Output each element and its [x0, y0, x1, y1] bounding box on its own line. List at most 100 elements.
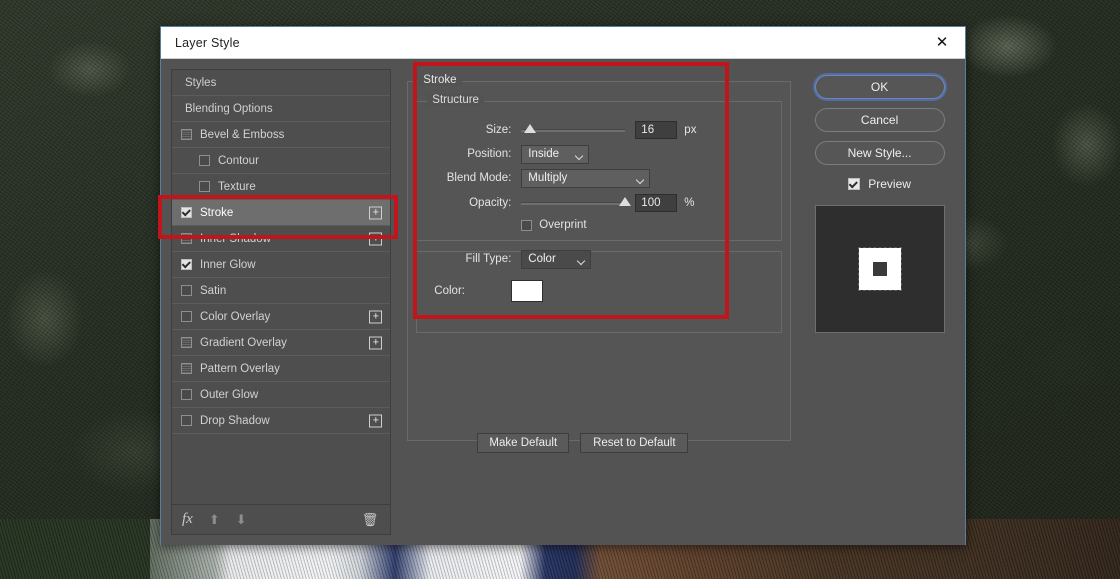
style-item-label: Gradient Overlay: [200, 336, 287, 349]
desktop-background: Layer Style ✕ Styles Blending Options Beve…: [0, 0, 1120, 579]
structure-group-legend: Structure: [427, 94, 484, 106]
stroke-settings-panel: Stroke Structure Size: 16 px Position: I…: [399, 69, 797, 535]
blend-mode-row: Blend Mode: Multiply: [429, 168, 779, 188]
preview-toggle[interactable]: Preview: [804, 177, 955, 191]
position-select[interactable]: Inside: [521, 144, 590, 164]
preview-thumbnail: [814, 205, 945, 333]
style-item-checkbox[interactable]: [181, 311, 192, 322]
stroke-group-legend: Stroke: [418, 74, 462, 86]
preview-label: Preview: [868, 177, 911, 191]
size-label: Size:: [485, 124, 512, 136]
style-item-checkbox[interactable]: [181, 415, 192, 426]
add-effect-icon[interactable]: +: [369, 336, 383, 349]
blend-mode-select[interactable]: Multiply: [521, 168, 651, 188]
size-unit: px: [684, 124, 697, 136]
arrow-up-icon[interactable]: ⬆: [209, 512, 220, 528]
style-item-label: Blending Options: [185, 102, 273, 115]
preview-thumbnail-inner: [872, 262, 887, 276]
overprint-checkbox[interactable]: [521, 219, 533, 231]
styles-list: Styles Blending Options Bevel & Emboss Cont…: [172, 70, 391, 434]
opacity-slider-thumb[interactable]: [619, 196, 632, 206]
preview-checkbox[interactable]: [848, 178, 861, 190]
style-item-label: Bevel & Emboss: [200, 128, 285, 141]
style-item-label: Outer Glow: [200, 388, 259, 401]
opacity-label: Opacity:: [469, 197, 512, 209]
fx-icon[interactable]: fx: [182, 511, 193, 528]
style-item-pattern-overlay[interactable]: Pattern Overlay: [172, 356, 391, 382]
make-default-button[interactable]: Make Default: [477, 433, 570, 453]
style-item-label: Satin: [200, 284, 227, 297]
fill-type-select[interactable]: Color: [521, 249, 592, 269]
style-item-satin[interactable]: Satin: [172, 278, 391, 304]
blend-mode-label: Blend Mode:: [446, 172, 512, 184]
style-item-inner-shadow[interactable]: Inner Shadow +: [172, 226, 391, 252]
opacity-unit: %: [684, 197, 695, 209]
style-item-checkbox[interactable]: [181, 337, 192, 348]
dialog-title: Layer Style: [175, 35, 240, 50]
overprint-row[interactable]: Overprint: [521, 215, 587, 235]
style-item-label: Pattern Overlay: [200, 362, 280, 375]
trash-icon[interactable]: 🗑: [362, 512, 379, 528]
styles-list-panel: Styles Blending Options Bevel & Emboss Cont…: [171, 69, 392, 535]
cancel-button[interactable]: Cancel: [814, 108, 945, 132]
style-item-checkbox[interactable]: [181, 389, 192, 400]
close-icon[interactable]: ✕: [919, 27, 965, 58]
fill-type-label: Fill Type:: [465, 253, 512, 265]
preview-thumbnail-shape: [857, 247, 902, 291]
style-item-label: Inner Shadow: [200, 232, 271, 245]
styles-toolbar: fx ⬆ ⬇ 🗑: [172, 504, 391, 534]
add-effect-icon[interactable]: +: [369, 232, 383, 245]
size-row: Size: 16 px: [429, 120, 779, 140]
overprint-label: Overprint: [539, 219, 587, 231]
new-style-button[interactable]: New Style...: [814, 141, 945, 165]
style-item-checkbox[interactable]: [199, 155, 210, 166]
position-row: Position: Inside: [429, 144, 779, 164]
style-item-label: Contour: [218, 154, 259, 167]
style-item-color-overlay[interactable]: Color Overlay +: [172, 304, 391, 330]
opacity-input[interactable]: 100: [635, 194, 678, 212]
style-item-drop-shadow[interactable]: Drop Shadow +: [172, 408, 391, 434]
style-item-label: Drop Shadow: [200, 414, 270, 427]
add-effect-icon[interactable]: +: [369, 310, 383, 323]
dialog-body: Styles Blending Options Bevel & Emboss Cont…: [161, 59, 965, 545]
position-label: Position:: [467, 148, 512, 160]
size-slider[interactable]: [521, 123, 626, 133]
opacity-row: Opacity: 100 %: [429, 193, 779, 213]
dialog-actions: OK Cancel New Style... Preview: [804, 69, 955, 535]
styles-list-spacer: [172, 434, 391, 504]
style-item-checkbox[interactable]: [181, 363, 192, 374]
ok-button[interactable]: OK: [814, 75, 945, 99]
style-item-checkbox[interactable]: [181, 207, 192, 218]
color-row: Color:: [429, 280, 544, 302]
style-item-gradient-overlay[interactable]: Gradient Overlay +: [172, 330, 391, 356]
style-item-styles[interactable]: Styles: [172, 70, 391, 96]
color-swatch[interactable]: [511, 280, 544, 302]
style-item-checkbox[interactable]: [181, 285, 192, 296]
style-item-checkbox[interactable]: [181, 129, 192, 140]
dialog-titlebar: Layer Style ✕: [161, 27, 965, 59]
style-item-checkbox[interactable]: [181, 233, 192, 244]
style-item-bevel-emboss[interactable]: Bevel & Emboss: [172, 122, 391, 148]
opacity-slider[interactable]: [521, 196, 632, 206]
style-item-stroke[interactable]: Stroke +: [172, 200, 391, 226]
style-item-blending-options[interactable]: Blending Options: [172, 96, 391, 122]
style-item-checkbox[interactable]: [199, 181, 210, 192]
size-slider-thumb[interactable]: [523, 123, 536, 133]
color-label: Color:: [434, 285, 465, 297]
style-item-label: Texture: [218, 180, 256, 193]
arrow-down-icon[interactable]: ⬇: [236, 512, 247, 528]
add-effect-icon[interactable]: +: [369, 206, 383, 219]
reset-to-default-button[interactable]: Reset to Default: [580, 433, 689, 453]
layer-style-dialog: Layer Style ✕ Styles Blending Options Beve…: [160, 26, 966, 545]
style-item-texture[interactable]: Texture: [172, 174, 391, 200]
style-item-inner-glow[interactable]: Inner Glow: [172, 252, 391, 278]
style-item-checkbox[interactable]: [181, 259, 192, 270]
style-item-label: Inner Glow: [200, 258, 256, 271]
style-item-outer-glow[interactable]: Outer Glow: [172, 382, 391, 408]
add-effect-icon[interactable]: +: [369, 414, 383, 427]
style-item-label: Color Overlay: [200, 310, 271, 323]
style-item-label: Styles: [185, 76, 217, 89]
fill-type-row: Fill Type: Color: [429, 249, 592, 269]
style-item-contour[interactable]: Contour: [172, 148, 391, 174]
size-input[interactable]: 16: [635, 121, 678, 139]
